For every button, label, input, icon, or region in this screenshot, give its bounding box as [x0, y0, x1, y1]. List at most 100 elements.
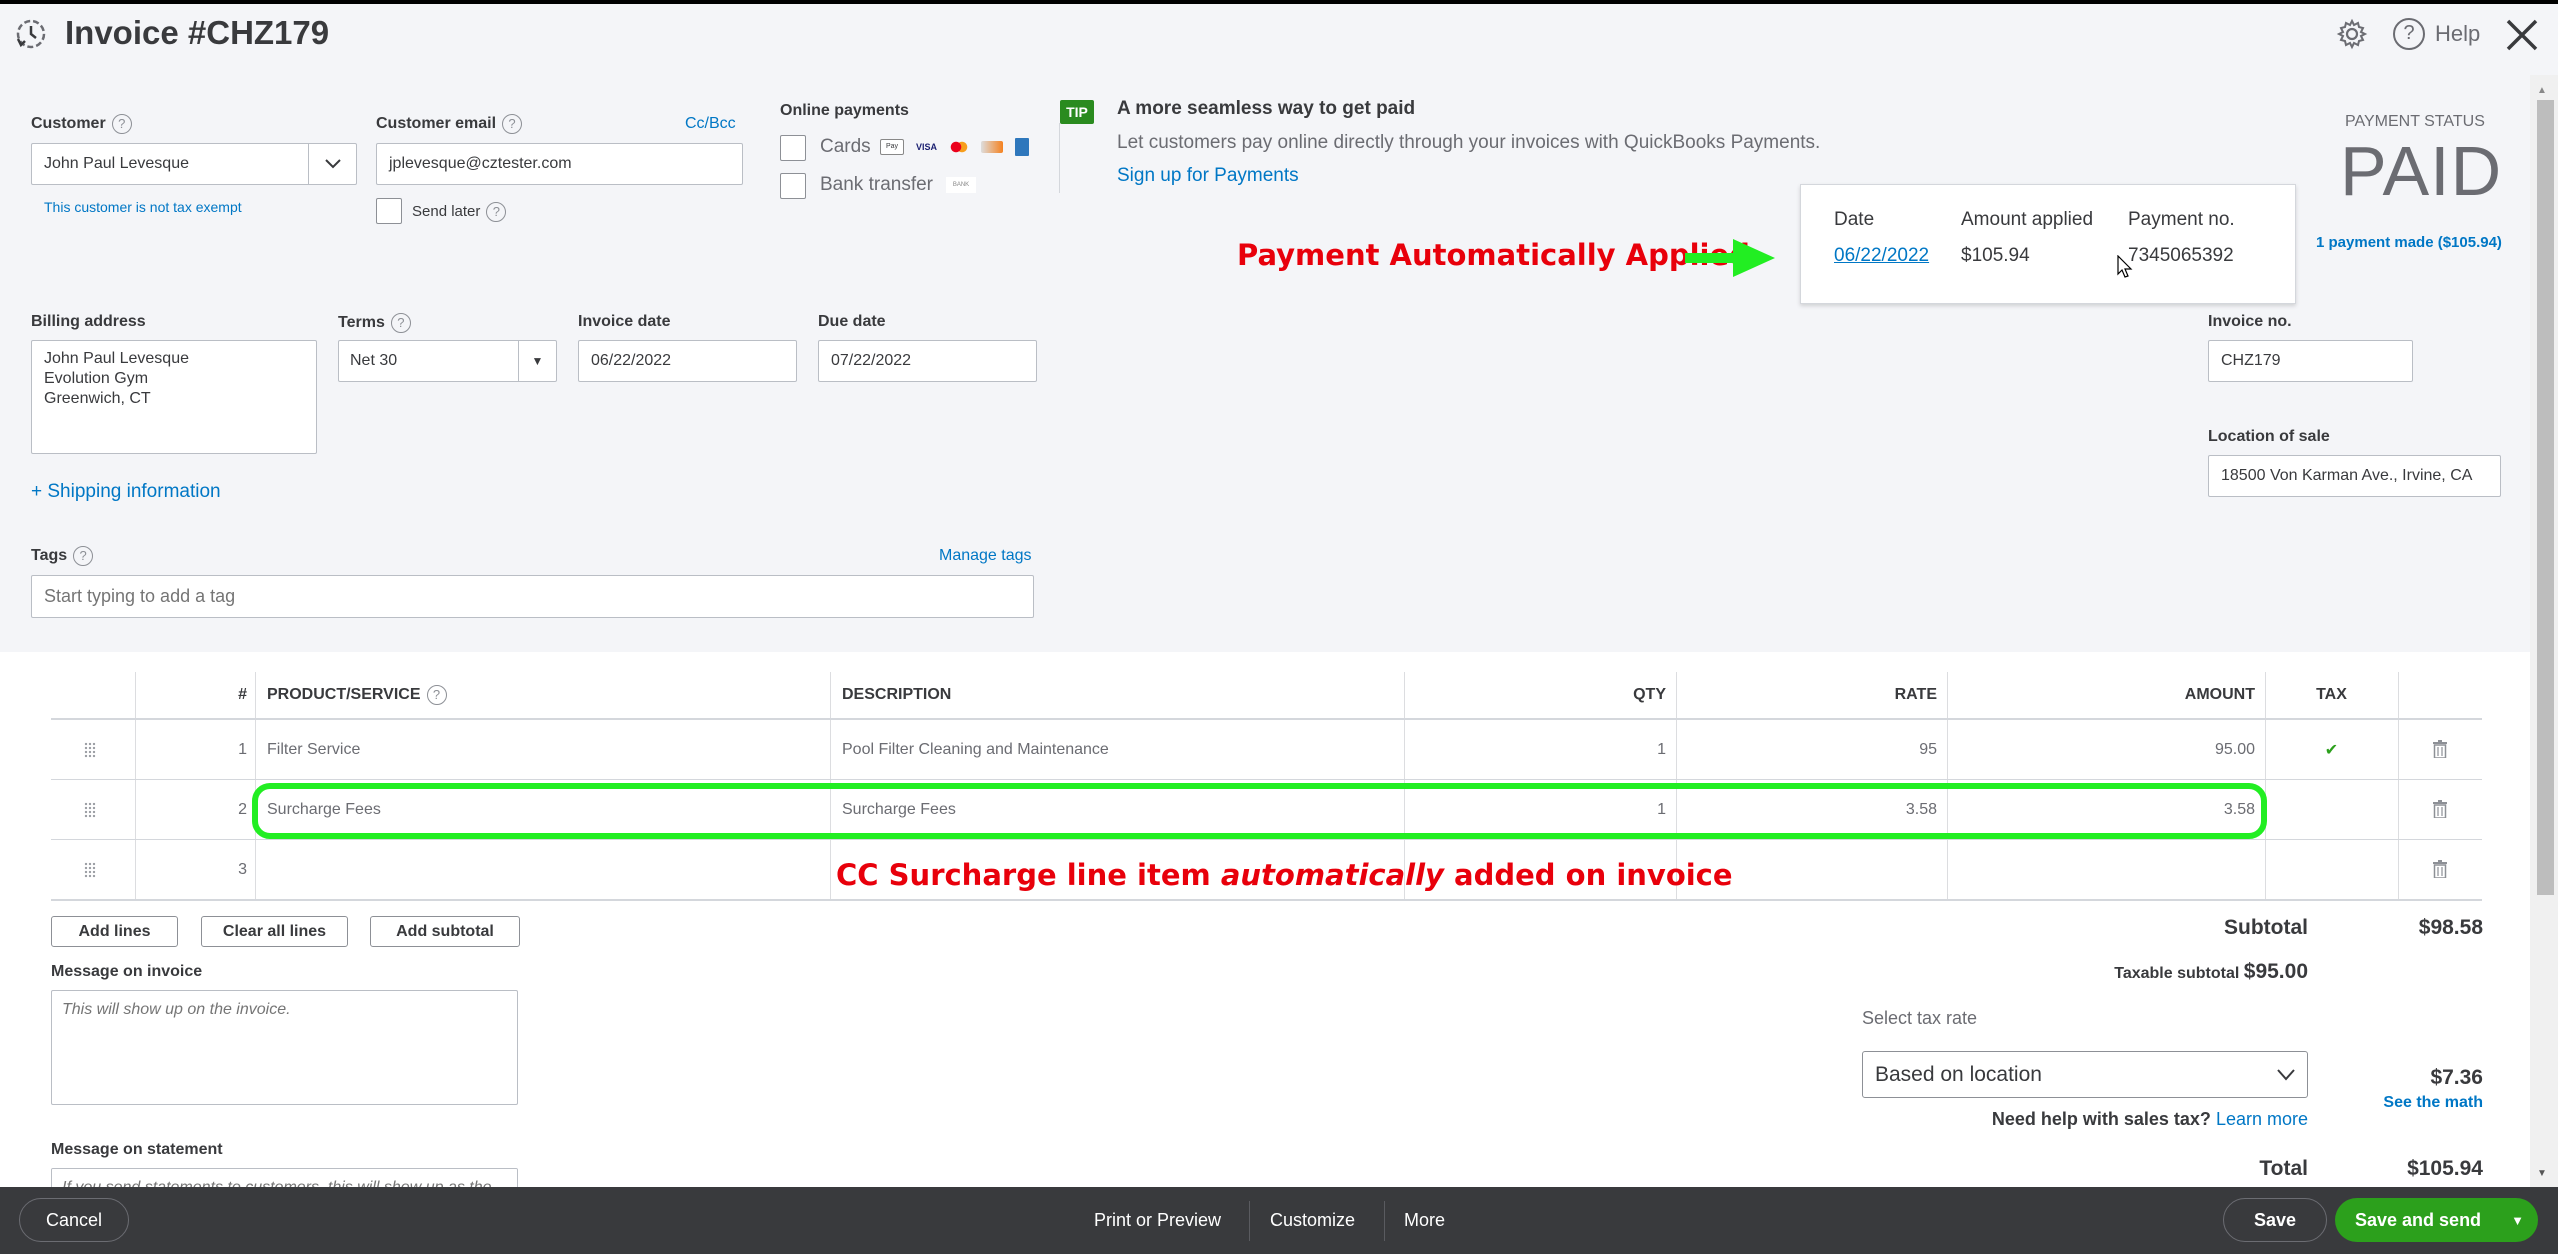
row-num: 2 [238, 801, 247, 818]
row-amount[interactable]: 95.00 [1947, 720, 2255, 780]
trash-icon[interactable] [2433, 800, 2447, 819]
row-qty[interactable]: 1 [1404, 720, 1666, 780]
print-preview-button[interactable]: Print or Preview [1094, 1187, 1221, 1254]
page-title: Invoice #CHZ179 [65, 14, 330, 51]
clear-all-lines-button[interactable]: Clear all lines [201, 916, 348, 947]
sign-up-payments-link[interactable]: Sign up for Payments [1117, 165, 1299, 187]
total-label: Total [2259, 1157, 2308, 1180]
annotation-text: CC Surcharge line item [836, 858, 1221, 892]
learn-more-link[interactable]: Learn more [2216, 1109, 2308, 1129]
due-date-label: Due date [818, 313, 886, 330]
subtotal-value: $98.58 [2418, 916, 2483, 939]
online-payments-label: Online payments [780, 102, 909, 119]
help-icon[interactable]: ? [502, 114, 523, 134]
row-num: 1 [238, 741, 247, 758]
chevron-down-icon [2277, 1063, 2295, 1087]
scrollbar-thumb[interactable] [2537, 100, 2554, 895]
tax-amount: $7.36 [2430, 1066, 2483, 1089]
send-later-checkbox[interactable] [376, 198, 402, 224]
popup-date-link[interactable]: 06/22/2022 [1834, 245, 1929, 267]
help-button[interactable]: ? Help [2393, 17, 2480, 51]
scroll-up-icon[interactable]: ▲ [2537, 85, 2547, 96]
cancel-button[interactable]: Cancel [19, 1198, 129, 1242]
help-icon[interactable]: ? [426, 685, 447, 705]
popup-payment-no: 7345065392 [2128, 245, 2234, 266]
tax-rate-value: Based on location [1875, 1062, 2042, 1086]
tax-rate-select[interactable]: Based on location [1862, 1051, 2308, 1098]
trash-icon[interactable] [2433, 860, 2447, 879]
payment-status-value: PAID [2340, 132, 2503, 210]
shipping-info-link[interactable]: + Shipping information [31, 481, 221, 503]
tip-title: A more seamless way to get paid [1117, 98, 1416, 119]
drag-handle-icon[interactable] [84, 742, 96, 758]
surcharge-annotation: CC Surcharge line item automatically add… [836, 858, 1733, 892]
scroll-down-icon[interactable]: ▼ [2537, 1168, 2547, 1179]
message-invoice-field[interactable] [51, 990, 518, 1105]
payments-made-link[interactable]: 1 payment made ($105.94) [2316, 234, 2502, 251]
invoice-date-label: Invoice date [578, 313, 671, 330]
drag-handle-icon[interactable] [84, 862, 96, 878]
annotation-emphasis: automatically [1220, 858, 1444, 892]
add-lines-button[interactable]: Add lines [51, 916, 178, 947]
tax-rate-label: Select tax rate [1862, 1008, 1978, 1028]
save-and-send-button[interactable]: Save and send ▼ [2335, 1198, 2538, 1242]
due-date-value: 07/22/2022 [831, 352, 912, 369]
payment-popup: Date Amount applied Payment no. 06/22/20… [1800, 184, 2296, 304]
help-icon[interactable]: ? [111, 114, 132, 134]
header-rate: RATE [1894, 686, 1937, 703]
cards-checkbox[interactable] [780, 135, 806, 161]
col-divider [2398, 672, 2399, 900]
tags-input[interactable] [31, 575, 1034, 618]
caret-down-icon[interactable]: ▼ [518, 341, 556, 381]
recent-transactions-icon[interactable] [14, 17, 48, 51]
popup-amount: $105.94 [1961, 245, 2030, 266]
taxable-label: Taxable subtotal [2114, 965, 2240, 982]
see-the-math-link[interactable]: See the math [2350, 1094, 2483, 1112]
footer-bar: Cancel Print or Preview Customize More S… [0, 1187, 2558, 1254]
cc-bcc-link[interactable]: Cc/Bcc [685, 115, 736, 133]
mouse-cursor-icon [2117, 254, 2133, 284]
invoice-date-field[interactable]: 06/22/2022 [578, 340, 797, 382]
help-icon[interactable]: ? [390, 313, 411, 333]
invoice-no-field[interactable]: CHZ179 [2208, 340, 2413, 382]
save-button[interactable]: Save [2223, 1198, 2327, 1242]
billing-address-label: Billing address [31, 313, 146, 330]
drag-handle-icon[interactable] [84, 802, 96, 818]
terms-select[interactable]: Net 30 ▼ [338, 340, 557, 382]
invoice-no-value: CHZ179 [2221, 352, 2281, 369]
tip-body: Let customers pay online directly throug… [1117, 132, 1821, 153]
gear-icon[interactable] [2335, 17, 2369, 51]
row-description[interactable]: Pool Filter Cleaning and Maintenance [842, 720, 1109, 780]
help-icon[interactable]: ? [73, 546, 94, 566]
footer-divider [1384, 1201, 1385, 1241]
trash-icon[interactable] [2433, 740, 2447, 759]
chevron-down-icon[interactable] [308, 144, 356, 184]
caret-down-icon[interactable]: ▼ [2511, 1213, 2524, 1228]
row-rate[interactable]: 95 [1676, 720, 1937, 780]
bank-transfer-label: Bank transfer [820, 174, 933, 195]
invoice-no-label: Invoice no. [2208, 313, 2292, 330]
email-field[interactable]: jplevesque@cztester.com [376, 143, 743, 185]
visa-icon: VISA [916, 142, 938, 152]
apple-pay-icon: Pay [880, 139, 904, 155]
tax-checkmark-icon[interactable]: ✔ [2265, 720, 2398, 780]
manage-tags-link[interactable]: Manage tags [939, 547, 1032, 565]
add-subtotal-button[interactable]: Add subtotal [370, 916, 520, 947]
row-product[interactable]: Filter Service [267, 720, 360, 780]
help-icon[interactable]: ? [486, 202, 507, 222]
cards-label: Cards [820, 136, 871, 157]
close-icon[interactable] [2505, 18, 2539, 52]
due-date-field[interactable]: 07/22/2022 [818, 340, 1037, 382]
more-button[interactable]: More [1404, 1187, 1445, 1254]
location-field[interactable]: 18500 Von Karman Ave., Irvine, CA [2208, 455, 2501, 497]
total-value: $105.94 [2407, 1157, 2483, 1180]
customize-button[interactable]: Customize [1270, 1187, 1355, 1254]
tax-exempt-note[interactable]: This customer is not tax exempt [44, 199, 242, 215]
header-qty: QTY [1633, 686, 1666, 703]
popup-header-payment-no: Payment no. [2128, 209, 2235, 230]
col-divider [255, 672, 256, 900]
billing-address-field[interactable]: John Paul Levesque Evolution Gym Greenwi… [31, 340, 317, 454]
customer-select[interactable]: John Paul Levesque [31, 143, 357, 185]
payment-annotation: Payment Automatically Applied [1237, 238, 1750, 272]
bank-transfer-checkbox[interactable] [780, 173, 806, 199]
